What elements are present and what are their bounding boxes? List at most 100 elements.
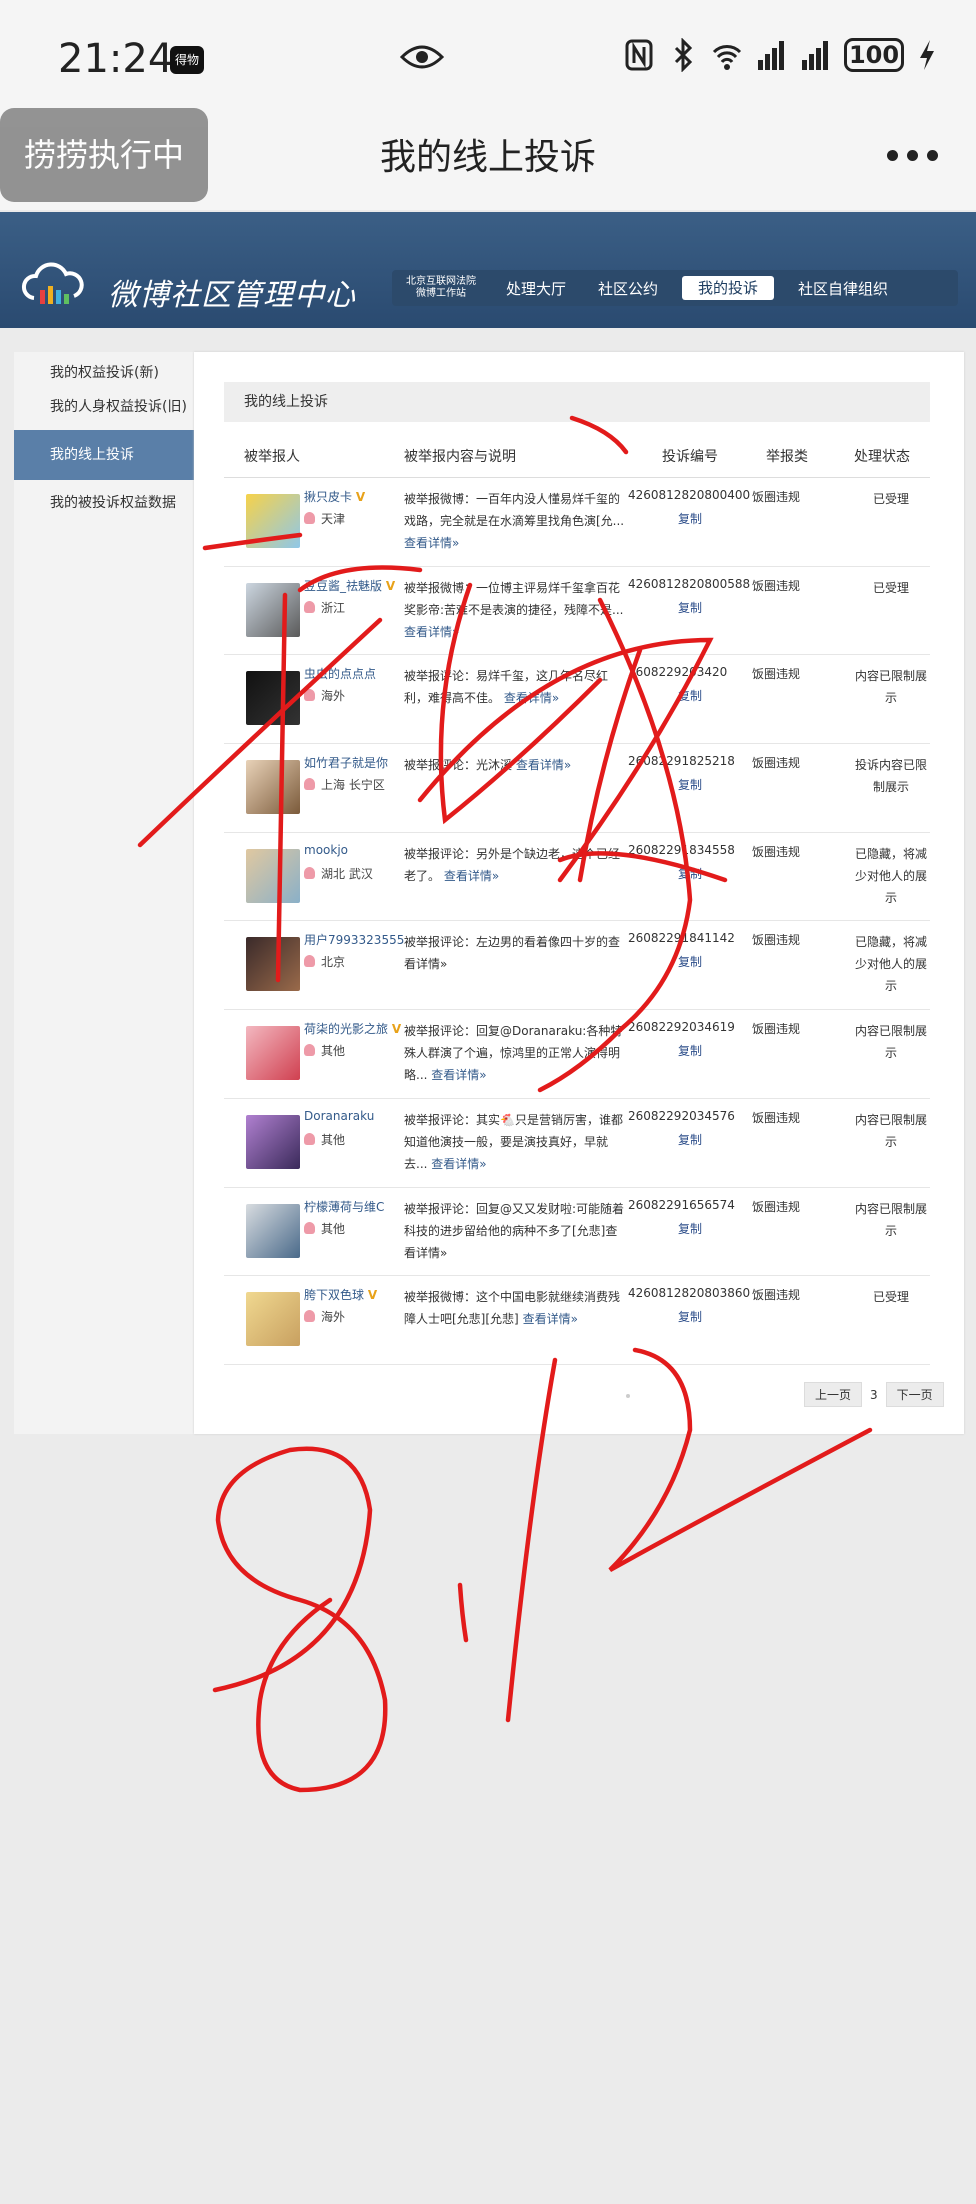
user-avatar[interactable]: [246, 760, 300, 815]
verified-v-icon: V: [385, 578, 396, 593]
view-details-link[interactable]: 查看详情»: [504, 691, 559, 705]
user-avatar[interactable]: [246, 1026, 300, 1081]
complaint-number: 26082291834558: [628, 842, 735, 857]
reported-user-name[interactable]: Doranaraku: [304, 1109, 404, 1123]
more-options-icon[interactable]: [887, 150, 938, 161]
prev-page-button[interactable]: 上一页: [804, 1382, 863, 1407]
verified-v-icon: V: [391, 1022, 402, 1037]
breadcrumb: 我的线上投诉: [224, 382, 930, 422]
view-details-link[interactable]: 查看详情»: [404, 625, 459, 639]
reported-user-name[interactable]: 荷柒的光影之旅 V: [304, 1020, 404, 1037]
view-details-link[interactable]: 查看详情»: [516, 758, 571, 772]
main-panel: 我的线上投诉 被举报人 被举报内容与说明 投诉编号 举报类 处理状态 揪只皮卡 …: [194, 352, 964, 1434]
nav-rules[interactable]: 社区公约: [582, 278, 674, 299]
sidebar-item-complained-data[interactable]: 我的被投诉权益数据: [14, 486, 194, 520]
user-pin-icon: [304, 1221, 315, 1234]
app-notification-badge: 得物: [170, 46, 204, 74]
complaint-type: 饭圈违规: [752, 667, 801, 682]
table-row: 虫虫的点点点 海外 被举报评论：易烊千玺，这几年名尽红利，难得高不佳。 查看详情» 2…: [224, 655, 930, 745]
nav-my-complaints[interactable]: 我的投诉: [682, 276, 775, 300]
nav-self-discipline[interactable]: 社区自律组织: [782, 278, 904, 299]
copy-button[interactable]: 复制: [678, 1308, 702, 1325]
complaint-content: 被举报评论：易烊千玺，这几年名尽红利，难得高不佳。 查看详情»: [404, 669, 609, 706]
reported-user-location: 海外: [304, 687, 345, 704]
reported-user-name[interactable]: 揪只皮卡 V: [304, 488, 404, 505]
wifi-6-icon: [712, 45, 742, 70]
complaint-type: 饭圈违规: [752, 844, 801, 859]
cloud-logo-icon: [21, 262, 84, 304]
content-area: 我的权益投诉(新) 我的人身权益投诉(旧) 我的线上投诉 我的被投诉权益数据 我…: [14, 352, 964, 1434]
copy-button[interactable]: 复制: [678, 599, 702, 616]
reported-user-name[interactable]: 如竹君子就是你: [304, 754, 404, 771]
col-status: 处理状态: [854, 449, 910, 465]
complaint-type: 饭圈违规: [752, 756, 801, 771]
user-avatar[interactable]: [246, 671, 300, 726]
complaint-status: 已受理: [872, 1290, 909, 1305]
status-time: 21:24: [58, 36, 174, 82]
eye-icon: [400, 45, 444, 69]
user-pin-icon: [304, 1310, 315, 1323]
user-pin-icon: [304, 512, 315, 524]
reported-user-location: 其他: [304, 1131, 345, 1148]
reported-user-name[interactable]: 虫虫的点点点: [304, 665, 404, 682]
view-details-link[interactable]: 查看详情»: [431, 1157, 486, 1171]
user-pin-icon: [304, 778, 315, 791]
reported-user-name[interactable]: mookjo: [304, 843, 404, 857]
user-avatar[interactable]: [246, 848, 300, 903]
table-header: 被举报人 被举报内容与说明 投诉编号 举报类 处理状态: [224, 432, 930, 478]
copy-button[interactable]: 复制: [678, 776, 702, 793]
table-row: mookjo 湖北 武汉 被举报评论：另外是个缺边老，这个已经老了。 查看详情» 26…: [224, 833, 930, 922]
charging-icon: [920, 40, 934, 70]
user-pin-icon: [304, 955, 315, 968]
sidebar-item-personal-old[interactable]: 我的人身权益投诉(旧): [14, 390, 194, 424]
reported-user-name[interactable]: 胯下双色球 V: [304, 1286, 404, 1303]
view-details-link[interactable]: 查看详情»: [523, 1312, 578, 1326]
next-page-button[interactable]: 下一页: [885, 1382, 944, 1407]
user-avatar[interactable]: [246, 582, 300, 637]
user-avatar[interactable]: [246, 1292, 300, 1347]
complaint-status: 已受理: [872, 492, 909, 506]
complaint-content: 被举报微博：一位博主评易烊千玺拿百花奖影帝:苦难不是表演的捷径，残障不是... …: [404, 580, 624, 639]
user-pin-icon: [304, 600, 315, 613]
complaint-content: 被举报评论：回复@又又发财啦:可能随着科技的进步留给他的病种不多了[允悲]查看详…: [404, 1201, 625, 1260]
complaint-status: 内容已限制展示: [854, 1024, 927, 1061]
table-row: 豆豆酱_祛魅版 V 浙江 被举报微博：一位博主评易烊千玺拿百花奖影帝:苦难不是表演的…: [224, 567, 930, 656]
complaint-type: 饭圈违规: [752, 1288, 801, 1303]
view-details-link[interactable]: 查看详情»: [404, 536, 459, 550]
table-row: 柠檬薄荷与维C 其他 被举报评论：回复@又又发财啦:可能随着科技的进步留给他的病种不…: [224, 1188, 930, 1277]
floating-task-button[interactable]: 捞捞执行中: [0, 108, 208, 202]
table-row: 荷柒的光影之旅 V 其他 被举报评论：回复@Doranaraku:各种特殊人群演了个…: [224, 1010, 930, 1099]
user-avatar[interactable]: [246, 1203, 300, 1258]
reported-user-name[interactable]: 豆豆酱_祛魅版 V: [304, 577, 404, 594]
copy-button[interactable]: 复制: [678, 687, 702, 704]
reported-user-name[interactable]: 用户7993323555: [304, 931, 404, 948]
sidebar-item-rights-new[interactable]: 我的权益投诉(新): [14, 356, 194, 390]
status-bar: 21:24 得物 100: [0, 0, 976, 120]
copy-button[interactable]: 复制: [678, 1131, 702, 1148]
copy-button[interactable]: 复制: [678, 865, 702, 882]
col-complaint-no: 投诉编号: [662, 449, 718, 465]
view-details-link[interactable]: 查看详情»: [431, 1068, 486, 1082]
complaint-status: 已隐藏，将减少对他人的展示: [854, 935, 927, 994]
view-details-link[interactable]: 查看详情»: [444, 869, 499, 883]
verified-v-icon: V: [355, 490, 366, 504]
nav-court-station[interactable]: 北京互联网法院 微博工作站: [392, 276, 490, 300]
user-avatar[interactable]: [246, 1114, 300, 1169]
complaint-status: 内容已限制展示: [854, 669, 927, 706]
complaint-status: 内容已限制展示: [854, 1201, 927, 1238]
copy-button[interactable]: 复制: [678, 953, 702, 970]
sidebar-item-online[interactable]: 我的线上投诉: [14, 430, 194, 480]
table-row: 胯下双色球 V 海外 被举报微博：这个中国电影就继续消费残障人士吧[允悲][允悲] …: [224, 1276, 930, 1365]
sidebar: 我的权益投诉(新) 我的人身权益投诉(旧) 我的线上投诉 我的被投诉权益数据: [14, 352, 194, 1434]
copy-button[interactable]: 复制: [678, 510, 702, 527]
user-avatar[interactable]: [246, 937, 300, 992]
reported-user-name[interactable]: 柠檬薄荷与维C: [304, 1198, 404, 1215]
signal-2-icon: [802, 41, 828, 70]
complaint-type: 饭圈违规: [752, 1199, 801, 1214]
copy-button[interactable]: 复制: [678, 1042, 702, 1059]
user-avatar[interactable]: [246, 494, 300, 548]
complaint-type: 饭圈违规: [752, 1110, 801, 1125]
complaint-type: 饭圈违规: [752, 578, 801, 593]
nav-hall[interactable]: 处理大厅: [490, 278, 582, 299]
copy-button[interactable]: 复制: [678, 1220, 702, 1237]
